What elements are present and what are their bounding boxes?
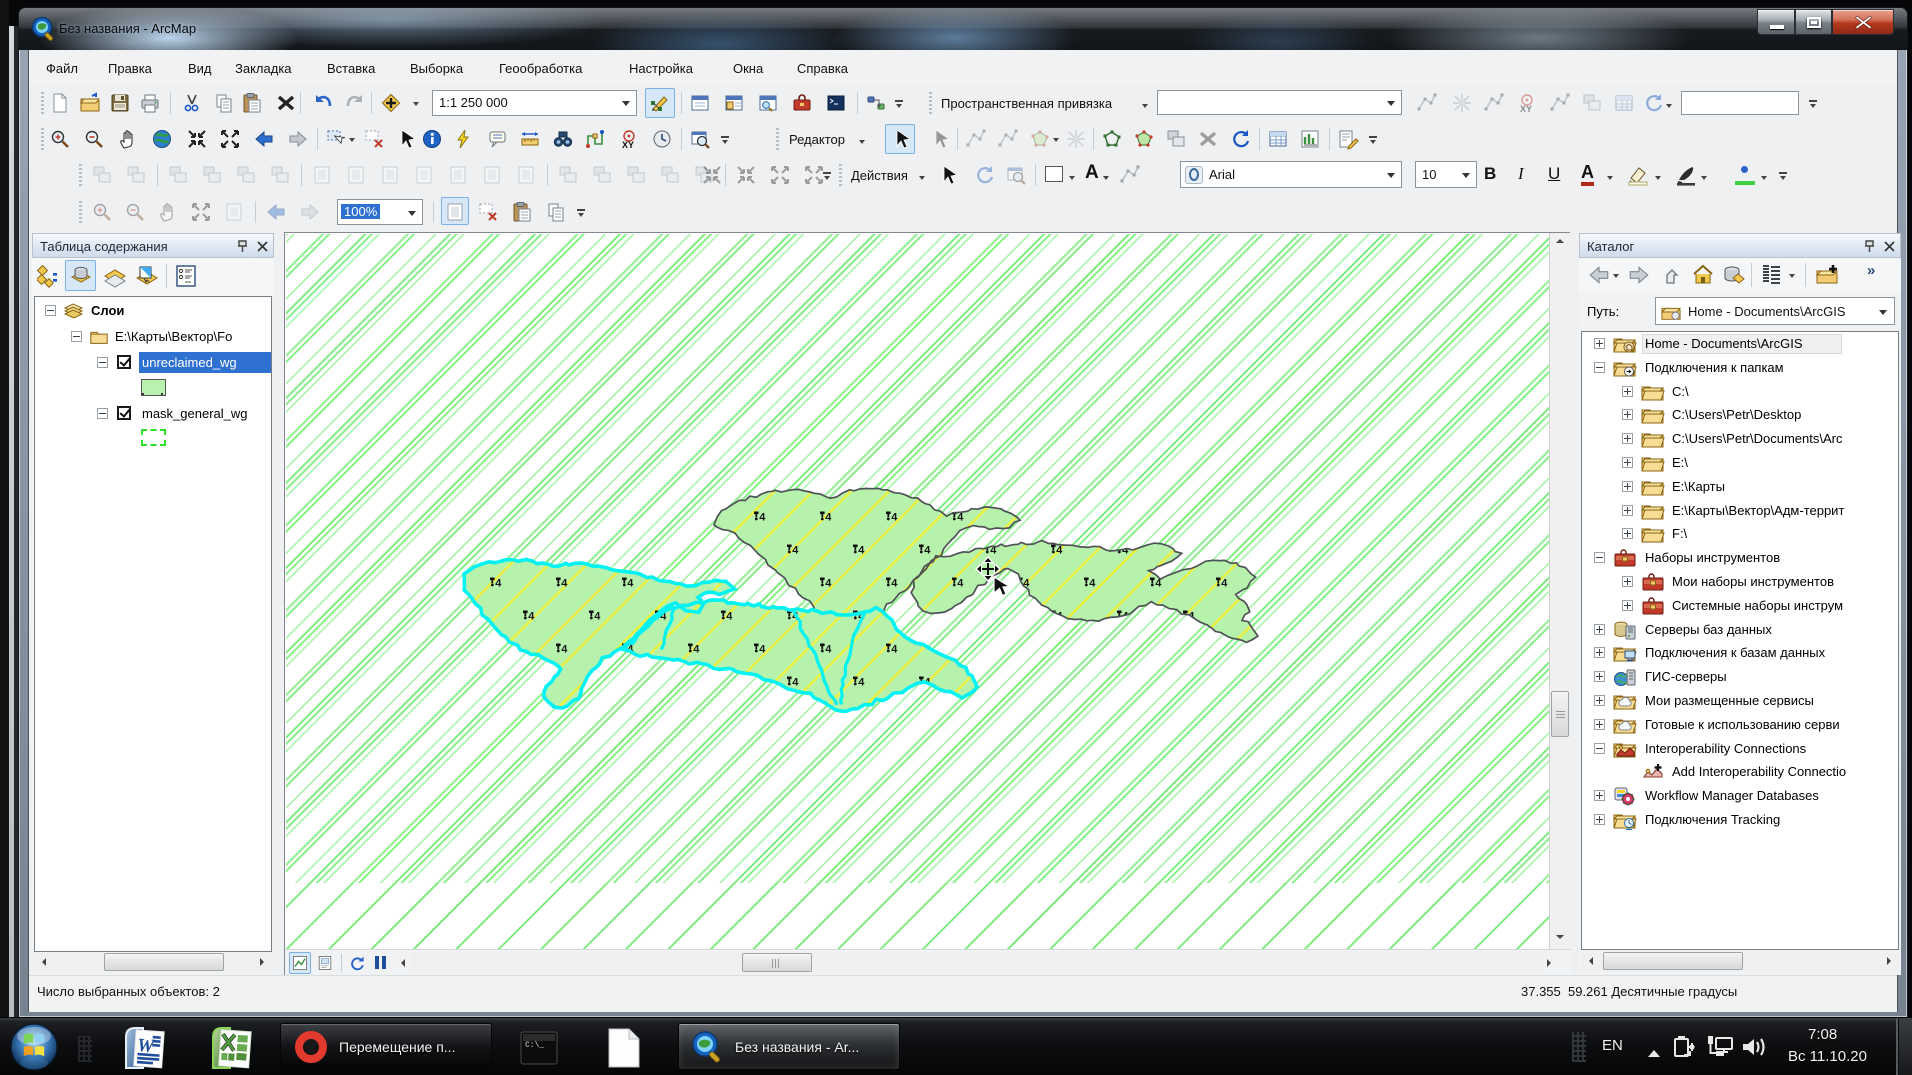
- svg-text:C:\_: C:\_: [525, 1041, 544, 1050]
